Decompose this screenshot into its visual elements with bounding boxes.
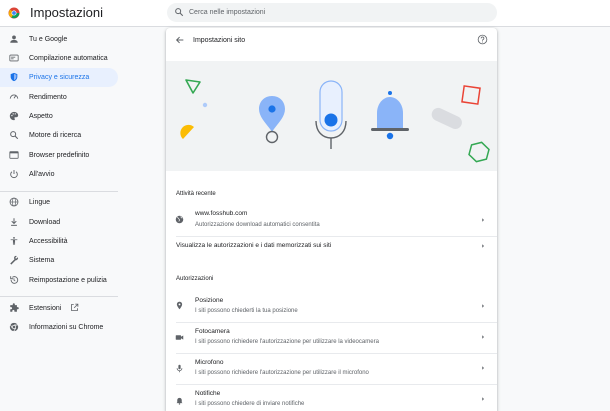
person-icon	[10, 35, 18, 43]
permission-subtitle: I siti possono chiederti la tua posizion…	[195, 308, 298, 314]
permissions-illustration	[166, 61, 497, 171]
search-icon	[175, 8, 184, 17]
sidebar-item-autofill[interactable]: Compilazione automatica	[0, 49, 118, 68]
view-all-site-data-row[interactable]: Visualizza le autorizzazioni e i dati me…	[166, 237, 497, 255]
recent-site-name: www.fosshub.com	[195, 210, 248, 217]
card-header: Impostazioni sito	[166, 28, 497, 52]
site-settings-card: Impostazioni sito Attività recente www.f…	[166, 28, 497, 411]
search-input[interactable]: Cerca nelle impostazioni	[167, 3, 497, 22]
chevron-right-icon	[482, 218, 484, 222]
sidebar: Tu e Google Compilazione automatica Priv…	[0, 28, 160, 411]
sidebar-item-extensions[interactable]: Estensioni	[0, 299, 118, 318]
browser-icon	[9, 151, 19, 159]
permission-location-row[interactable]: Posizione I siti possono chiederti la tu…	[166, 292, 497, 322]
help-icon[interactable]	[477, 34, 488, 45]
chevron-right-icon	[482, 304, 484, 308]
chrome-logo-icon	[9, 322, 19, 332]
sidebar-divider	[0, 191, 118, 192]
speedometer-icon	[9, 94, 19, 99]
illustration-art	[180, 79, 490, 163]
sidebar-item-reset-cleanup[interactable]: Reimpostazione e pulizia	[0, 271, 118, 290]
sidebar-item-you-and-google[interactable]: Tu e Google	[0, 30, 118, 49]
permission-notifications-row[interactable]: Notifiche I siti possono chiedere di inv…	[166, 385, 497, 411]
sidebar-item-default-browser[interactable]: Browser predefinito	[0, 146, 118, 165]
location-pin-icon	[176, 301, 183, 310]
chevron-right-icon	[482, 397, 484, 401]
sidebar-item-languages[interactable]: Lingue	[0, 193, 118, 212]
permission-title: Fotocamera	[195, 328, 230, 335]
sidebar-item-performance[interactable]: Rendimento	[0, 88, 118, 107]
recent-activity-heading: Attività recente	[176, 191, 216, 197]
external-link-icon	[71, 303, 79, 311]
wrench-icon	[10, 255, 19, 265]
permission-subtitle: I siti possono richiedere l'autorizzazio…	[195, 370, 369, 376]
chevron-right-icon	[482, 366, 484, 370]
chevron-right-icon	[482, 335, 484, 339]
shield-icon	[10, 72, 18, 82]
page-title: Impostazioni sito	[193, 37, 246, 44]
bell-icon	[176, 397, 183, 405]
globe-icon	[9, 197, 19, 207]
sidebar-item-search-engine[interactable]: Motore di ricerca	[0, 126, 118, 145]
permission-title: Notifiche	[195, 390, 221, 397]
chrome-logo-icon	[8, 7, 20, 19]
permission-title: Posizione	[195, 297, 224, 304]
sidebar-divider	[0, 296, 118, 297]
sidebar-item-privacy-security[interactable]: Privacy e sicurezza	[0, 68, 118, 87]
autofill-icon	[9, 54, 19, 62]
power-icon	[10, 170, 18, 179]
back-arrow-icon[interactable]	[175, 35, 185, 45]
palette-icon	[9, 111, 19, 121]
camera-icon	[175, 335, 184, 340]
app-title: Impostazioni	[30, 5, 103, 20]
permission-subtitle: I siti possono chiedere di inviare notif…	[195, 401, 305, 407]
recent-site-detail: Autorizzazione download automatici conse…	[195, 222, 320, 228]
sidebar-item-downloads[interactable]: Download	[0, 213, 118, 232]
globe-icon	[175, 215, 184, 224]
permission-microphone-row[interactable]: Microfono I siti possono richiedere l'au…	[166, 354, 497, 384]
sidebar-item-accessibility[interactable]: Accessibilità	[0, 232, 118, 251]
restore-icon	[10, 276, 19, 284]
permission-title: Microfono	[195, 359, 224, 366]
accessibility-icon	[10, 236, 18, 245]
permissions-heading: Autorizzazioni	[176, 276, 214, 282]
recent-site-row[interactable]: www.fosshub.com Autorizzazione download …	[166, 207, 497, 235]
download-icon	[11, 218, 17, 226]
permission-subtitle: I siti possono richiedere l'autorizzazio…	[195, 339, 379, 345]
top-bar: Impostazioni Cerca nelle impostazioni	[0, 0, 610, 27]
sidebar-item-appearance[interactable]: Aspetto	[0, 107, 118, 126]
chevron-right-icon	[482, 244, 484, 248]
sidebar-item-about-chrome[interactable]: Informazioni su Chrome	[0, 318, 118, 337]
microphone-icon	[176, 364, 183, 373]
search-icon	[10, 131, 19, 140]
search-placeholder: Cerca nelle impostazioni	[189, 9, 266, 16]
sidebar-item-system[interactable]: Sistema	[0, 251, 118, 270]
puzzle-icon	[10, 303, 19, 312]
view-all-site-data-label: Visualizza le autorizzazioni e i dati me…	[176, 242, 332, 249]
permission-camera-row[interactable]: Fotocamera I siti possono richiedere l'a…	[166, 323, 497, 353]
sidebar-item-on-startup[interactable]: All'avvio	[0, 165, 118, 184]
